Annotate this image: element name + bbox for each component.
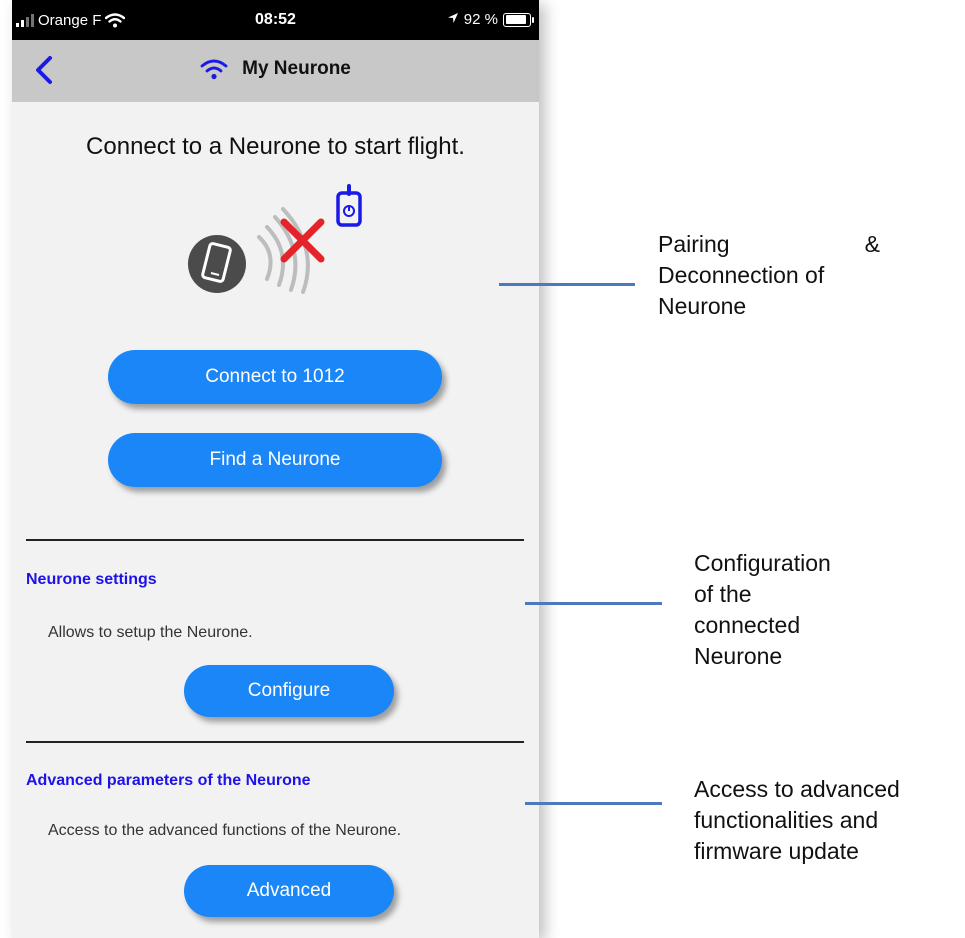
battery-fill — [505, 15, 527, 24]
advanced-parameters-title: Advanced parameters of the Neurone — [26, 772, 311, 789]
nav-bar: My Neurone — [12, 40, 539, 102]
connection-illustration — [188, 184, 362, 294]
status-bar: Orange F 08:52 92 % — [12, 0, 539, 40]
pairing-annotation-line3: Neurone — [658, 293, 747, 319]
phone-icon — [188, 235, 246, 293]
pairing-annotation: Pairing & Deconnection of Neurone — [658, 229, 880, 322]
status-bar-right: 92 % — [447, 11, 534, 28]
connect-headline: Connect to a Neurone to start flight. — [86, 133, 465, 160]
neurone-settings-title: Neurone settings — [26, 571, 157, 588]
connect-button[interactable]: Connect to 1012 — [108, 350, 442, 404]
access-annotation-line3: firmware update — [694, 838, 859, 864]
nav-title-group: My Neurone — [12, 58, 539, 80]
section-divider — [26, 539, 524, 541]
access-annotation: Access to advanced functionalities and f… — [694, 774, 962, 867]
neurone-settings-description: Allows to setup the Neurone. — [48, 624, 253, 641]
battery-percent: 92 % — [463, 11, 498, 28]
configuration-annotation-line4: Neurone — [694, 643, 783, 669]
location-arrow-icon — [447, 11, 459, 28]
neurone-device-icon — [336, 184, 362, 227]
pairing-annotation-line2: Deconnection of — [658, 262, 825, 288]
configuration-annotation: Configuration of the connected Neurone — [694, 548, 924, 672]
section-divider — [26, 741, 524, 743]
page-title: My Neurone — [242, 58, 351, 79]
access-leader-line — [525, 802, 662, 805]
pairing-leader-line — [499, 283, 635, 286]
advanced-button[interactable]: Advanced — [184, 865, 394, 917]
configuration-leader-line — [525, 602, 662, 605]
advanced-parameters-description: Access to the advanced functions of the … — [48, 822, 402, 839]
configure-button[interactable]: Configure — [184, 665, 394, 717]
find-neurone-button[interactable]: Find a Neurone — [108, 433, 442, 487]
pairing-annotation-line1-left: Pairing — [658, 231, 730, 257]
wifi-icon — [200, 59, 228, 80]
phone-screen: Orange F 08:52 92 % My Neurone Connect t… — [12, 0, 539, 938]
access-annotation-line1: Access to advanced — [694, 776, 900, 802]
access-annotation-line2: functionalities and — [694, 807, 879, 833]
configuration-annotation-line1: Configuration — [694, 550, 831, 576]
configuration-annotation-line2: of the — [694, 581, 752, 607]
configuration-annotation-line3: connected — [694, 612, 801, 638]
pairing-annotation-line1-right: & — [864, 231, 880, 257]
battery-icon — [503, 12, 534, 27]
